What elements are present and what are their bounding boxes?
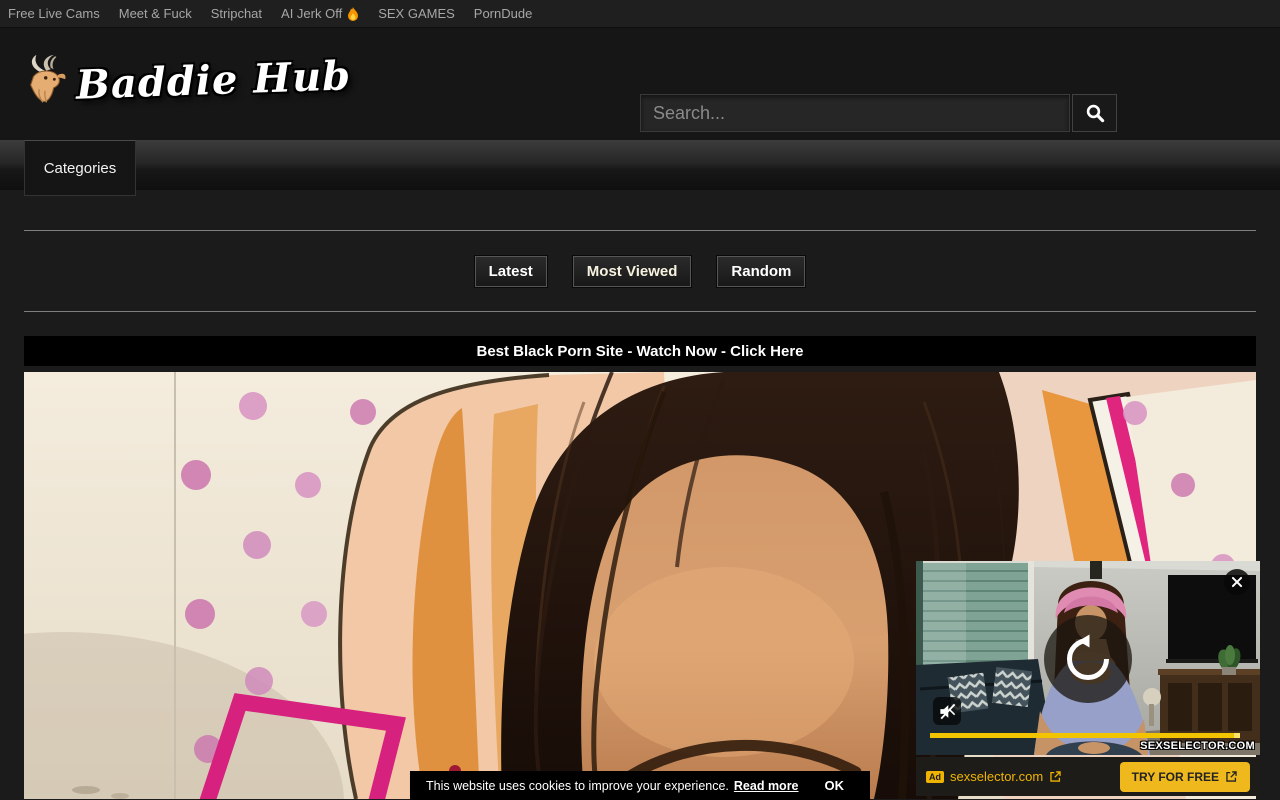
- ad-domain-link[interactable]: sexselector.com: [950, 769, 1043, 784]
- muted-speaker-icon: [938, 702, 957, 721]
- ad-badge: Ad: [926, 771, 944, 783]
- goat-logo-icon: [22, 52, 68, 108]
- video-ad-player[interactable]: SEXSELECTOR.COM: [916, 561, 1260, 755]
- ad-attribution: Ad sexselector.com: [926, 769, 1062, 784]
- divider: [24, 311, 1256, 312]
- tab-random[interactable]: Random: [717, 256, 805, 287]
- fire-icon: [347, 7, 359, 21]
- cookie-message: This website uses cookies to improve you…: [426, 779, 729, 793]
- ad-close-button[interactable]: [1224, 569, 1250, 595]
- categories-label: Categories: [44, 160, 117, 177]
- search-input[interactable]: [640, 94, 1070, 132]
- topbar-link-stripchat[interactable]: Stripchat: [211, 6, 262, 21]
- close-icon: [1230, 575, 1244, 589]
- ad-watermark: SEXSELECTOR.COM: [1140, 740, 1255, 752]
- categories-tab[interactable]: Categories: [24, 140, 136, 196]
- external-link-icon: [1225, 770, 1238, 783]
- search-icon: [1085, 103, 1105, 123]
- topbar-link-label: Stripchat: [211, 6, 262, 21]
- topbar-link-porndude[interactable]: PornDude: [474, 6, 533, 21]
- text-ad-banner[interactable]: Best Black Porn Site - Watch Now - Click…: [24, 336, 1256, 366]
- tab-most-viewed[interactable]: Most Viewed: [573, 256, 692, 287]
- replay-button[interactable]: [1044, 615, 1132, 703]
- cookie-bar: This website uses cookies to improve you…: [410, 771, 870, 800]
- ad-footer-bar: Ad sexselector.com TRY FOR FREE: [916, 757, 1260, 796]
- topbar-link-label: AI Jerk Off: [281, 6, 342, 21]
- search-bar: [640, 94, 1117, 132]
- ad-progress-bar[interactable]: [930, 733, 1240, 738]
- main-nav: Categories: [0, 140, 1280, 190]
- topbar-link-label: Free Live Cams: [8, 6, 100, 21]
- topbar-link-label: PornDude: [474, 6, 533, 21]
- tab-latest[interactable]: Latest: [475, 256, 547, 287]
- external-link-icon: [1049, 770, 1062, 783]
- mute-button[interactable]: [933, 697, 961, 725]
- cookie-read-more-link[interactable]: Read more: [734, 779, 799, 793]
- cta-label: TRY FOR FREE: [1132, 770, 1219, 784]
- topbar-link-label: Meet & Fuck: [119, 6, 192, 21]
- site-logo[interactable]: Baddie Hub: [22, 52, 351, 108]
- cookie-ok-button[interactable]: OK: [815, 774, 855, 797]
- search-button[interactable]: [1072, 94, 1117, 132]
- topbar-link-meet-and-fuck[interactable]: Meet & Fuck: [119, 6, 192, 21]
- brand-title: Baddie Hub: [75, 52, 352, 109]
- try-for-free-button[interactable]: TRY FOR FREE: [1120, 762, 1250, 792]
- topbar-link-free-live-cams[interactable]: Free Live Cams: [8, 6, 100, 21]
- topbar-link-label: SEX GAMES: [378, 6, 455, 21]
- topbar-link-ai-jerk-off[interactable]: AI Jerk Off: [281, 6, 359, 21]
- sort-tabs: Latest Most Viewed Random: [24, 256, 1256, 287]
- replay-icon: [1063, 634, 1113, 684]
- site-header: Baddie Hub: [0, 28, 1280, 140]
- divider: [24, 230, 1256, 231]
- top-links-bar: Free Live Cams Meet & Fuck Stripchat AI …: [0, 0, 1280, 28]
- topbar-link-sex-games[interactable]: SEX GAMES: [378, 6, 455, 21]
- banner-text: Best Black Porn Site - Watch Now - Click…: [476, 343, 803, 360]
